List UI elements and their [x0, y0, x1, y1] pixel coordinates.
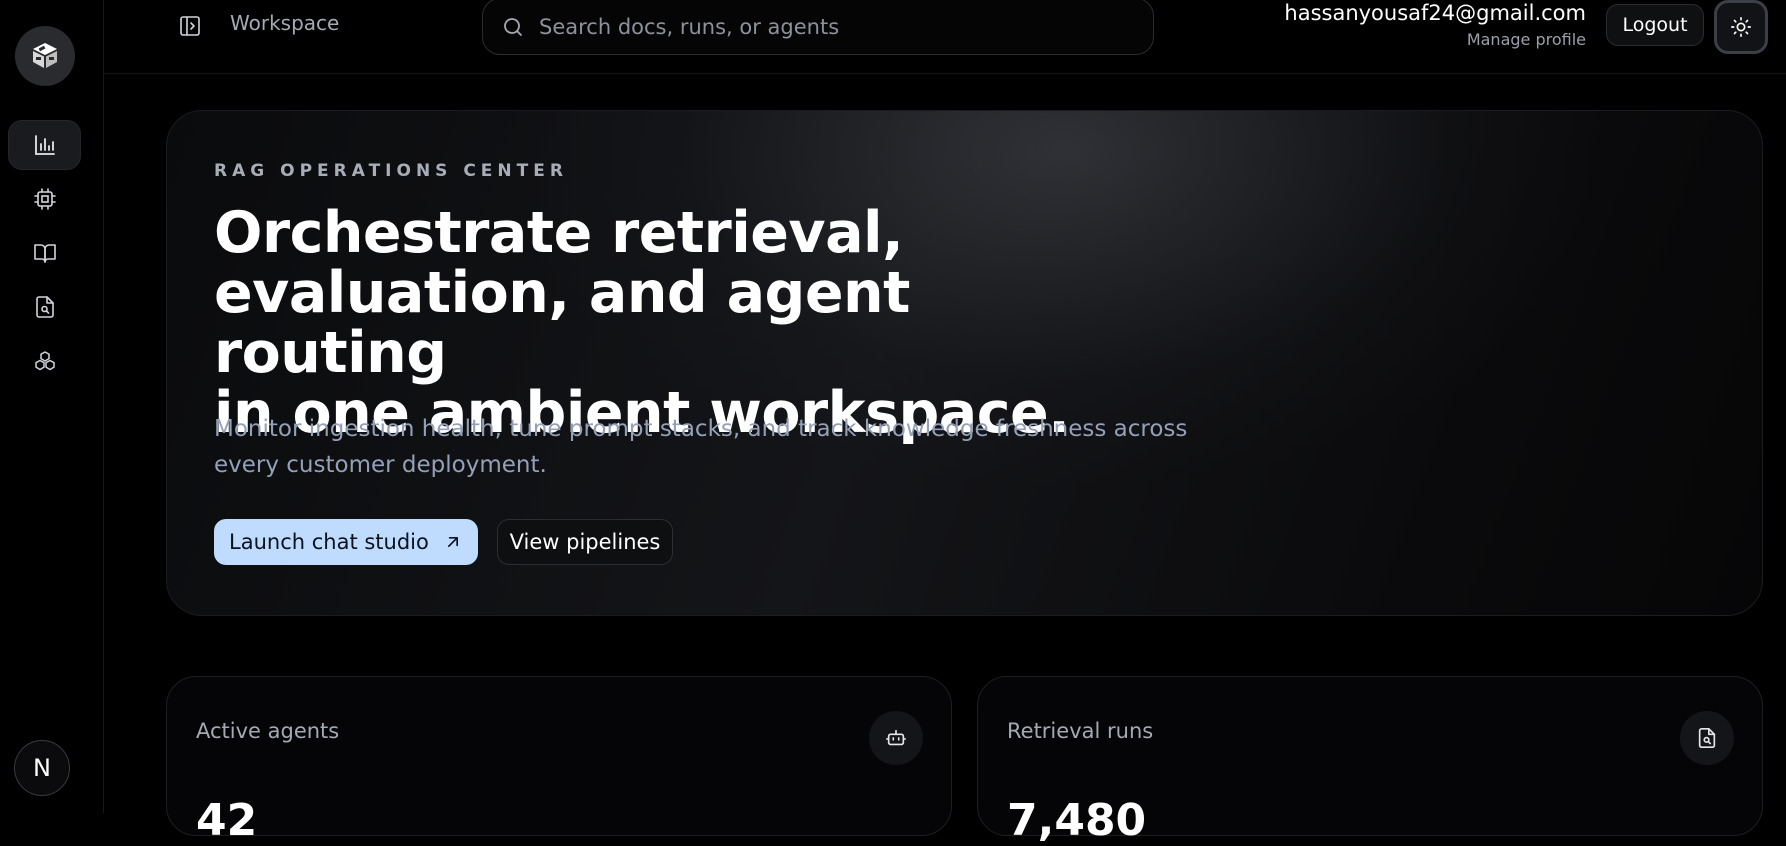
user-avatar[interactable]: N	[14, 740, 70, 796]
user-email: hassanyousaf24@gmail.com	[1284, 1, 1586, 25]
sidebar-item-documents[interactable]	[8, 282, 81, 332]
sidebar-item-models[interactable]	[8, 174, 81, 224]
app-logo[interactable]	[15, 26, 75, 86]
arrow-up-right-icon	[447, 537, 458, 547]
launch-chat-studio-label: Launch chat studio	[229, 530, 429, 554]
hero-title-line: Orchestrate retrieval,	[214, 200, 904, 266]
hero-title: Orchestrate retrieval, evaluation, and a…	[214, 203, 1114, 443]
stat-card-title: Retrieval runs	[1007, 719, 1154, 743]
workspace-label: Workspace	[230, 11, 340, 35]
stat-card-icon-wrap	[869, 711, 923, 765]
view-pipelines-button[interactable]: View pipelines	[497, 519, 673, 565]
stat-card-icon-wrap	[1680, 711, 1734, 765]
robot-icon	[886, 729, 906, 746]
cpu-chip-icon	[33, 188, 56, 210]
cubes-network-icon	[34, 351, 55, 371]
search-input[interactable]	[539, 14, 1119, 39]
sidebar-item-knowledge[interactable]	[8, 228, 81, 278]
search-bar[interactable]	[482, 0, 1154, 55]
theme-toggle-button[interactable]	[1714, 0, 1768, 54]
sun-icon	[1731, 17, 1751, 37]
stat-card-value: 42	[196, 795, 258, 846]
stat-card-retrieval-runs: Retrieval runs 7,480	[977, 676, 1763, 846]
hero-panel: RAG OPERATIONS CENTER Orchestrate retrie…	[166, 110, 1763, 616]
bar-chart-icon	[34, 135, 55, 155]
manage-profile-link[interactable]: Manage profile	[1467, 30, 1586, 49]
search-icon	[504, 17, 522, 36]
open-book-icon	[33, 244, 56, 263]
top-bar: Workspace hassanyousaf24@gmail.com Manag…	[104, 0, 1786, 74]
hero-subtitle: Monitor ingestion health, tune prompt st…	[214, 416, 1188, 478]
stat-card-value: 7,480	[1007, 795, 1147, 846]
logout-button[interactable]: Logout	[1606, 4, 1704, 46]
sidebar-item-analytics[interactable]	[8, 120, 81, 170]
avatar-letter: N	[33, 754, 51, 782]
sidebar-item-integrations[interactable]	[8, 336, 81, 386]
sidebar: N	[0, 0, 104, 813]
stat-card-title: Active agents	[196, 719, 340, 743]
document-search-icon	[1698, 728, 1716, 748]
hero-title-line: evaluation, and agent routing	[214, 260, 910, 386]
launch-chat-studio-button[interactable]: Launch chat studio	[214, 519, 478, 565]
cube-stack-icon	[33, 43, 57, 68]
sidebar-toggle-icon[interactable]	[178, 14, 202, 38]
document-search-icon	[35, 296, 54, 318]
stat-card-active-agents: Active agents 42	[166, 676, 952, 846]
hero-eyebrow: RAG OPERATIONS CENTER	[214, 161, 568, 181]
